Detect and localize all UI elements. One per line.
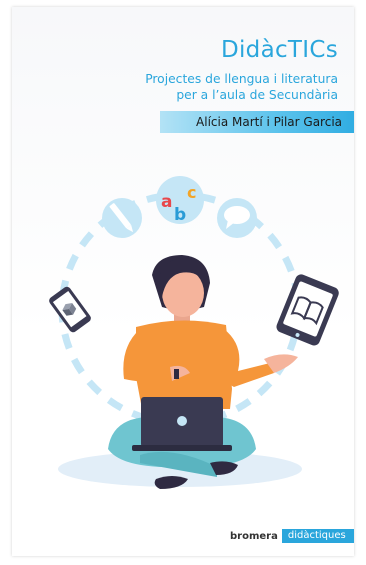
pencil-icon xyxy=(102,198,142,238)
shirt xyxy=(136,320,232,409)
letter-b: b xyxy=(174,205,186,225)
collection-badge: didàctiques xyxy=(281,529,354,543)
letter-a: a xyxy=(161,192,172,212)
abc-letters-icon: a b c xyxy=(156,176,204,225)
publisher-logo: bromera xyxy=(230,530,278,542)
cover-illustration: a b c xyxy=(49,176,339,489)
person-figure xyxy=(108,255,298,489)
book-cover: DidàcTICs Projectes de llengua i literat… xyxy=(12,7,354,556)
laptop-icon xyxy=(132,397,232,451)
left-shoe xyxy=(154,476,188,489)
tablet-book-icon xyxy=(276,274,339,346)
publisher-footer: bromera didàctiques xyxy=(230,529,354,543)
wristwatch xyxy=(174,369,179,379)
letter-c: c xyxy=(187,183,196,202)
speech-bubble-icon xyxy=(217,198,257,238)
phone-cube-icon xyxy=(49,286,91,333)
